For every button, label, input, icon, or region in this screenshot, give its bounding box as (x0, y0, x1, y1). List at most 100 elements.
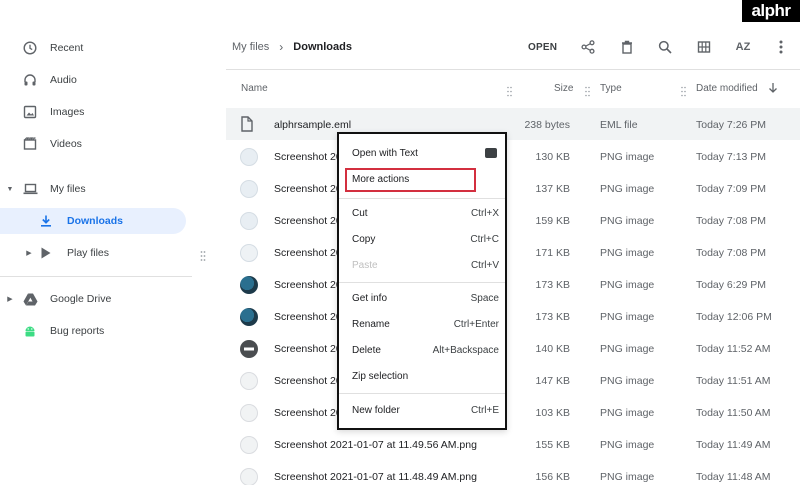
column-resize-handle[interactable] (507, 84, 512, 97)
sidebar-item-label: Downloads (67, 215, 124, 227)
file-name: Screenshot 20 (274, 279, 342, 291)
menu-item-label: Get info (352, 293, 388, 304)
table-row[interactable]: Screenshot 2021-01-07 at 11.48.49 AM.png… (226, 460, 800, 485)
column-header-type[interactable]: Type (600, 83, 622, 94)
file-size: 238 bytes (524, 119, 570, 131)
file-name: Screenshot 20 (274, 407, 342, 419)
sidebar-item-videos[interactable]: Videos (0, 131, 186, 157)
sidebar-resize-handle[interactable] (200, 249, 206, 261)
file-size: 103 KB (535, 407, 570, 419)
file-name: Screenshot 2021-01-07 at 11.49.56 AM.png (274, 439, 477, 451)
file-size: 159 KB (535, 215, 570, 227)
sidebar-item-google-drive[interactable]: Google Drive (0, 286, 186, 312)
table-row[interactable]: Screenshot 20 159 KB PNG image Today 7:0… (226, 204, 800, 236)
menu-item-more-actions[interactable]: More actions (345, 168, 476, 192)
table-row[interactable]: Screenshot 20 130 KB PNG image Today 7:1… (226, 140, 800, 172)
menu-item-label: Rename (352, 319, 390, 330)
table-row[interactable]: Screenshot 2021-01-07 at 11.49.56 AM.png… (226, 428, 800, 460)
file-date: Today 7:13 PM (696, 151, 767, 163)
file-date: Today 7:08 PM (696, 215, 767, 227)
file-name: alphrsample.eml (274, 119, 352, 131)
download-icon (38, 213, 54, 229)
menu-item-label: Delete (352, 345, 381, 356)
more-vert-icon[interactable] (772, 38, 790, 56)
column-header-date[interactable]: Date modified (696, 83, 758, 94)
search-icon[interactable] (656, 38, 674, 56)
breadcrumb-current[interactable]: Downloads (293, 41, 352, 53)
file-name: Screenshot 20 (274, 311, 342, 323)
file-date: Today 11:51 AM (696, 375, 771, 387)
breadcrumb-root[interactable]: My files (232, 41, 269, 53)
file-date: Today 6:29 PM (696, 279, 767, 291)
file-date: Today 11:50 AM (696, 407, 771, 419)
menu-item-new-folder[interactable]: New folder Ctrl+E (339, 399, 505, 423)
arrow-down-icon[interactable] (766, 80, 780, 96)
table-row[interactable]: Screenshot 20 173 KB PNG image Today 6:2… (226, 268, 800, 300)
sidebar-item-label: Play files (67, 247, 110, 259)
share-icon[interactable] (579, 38, 597, 56)
image-thumbnail-icon (240, 180, 258, 198)
file-date: Today 7:08 PM (696, 247, 767, 259)
file-size: 173 KB (535, 279, 570, 291)
menu-item-copy[interactable]: Copy Ctrl+C (339, 228, 505, 252)
headphones-icon (22, 72, 38, 88)
drive-icon (22, 291, 38, 307)
image-thumbnail-icon (240, 404, 258, 422)
table-row[interactable]: Screenshot 20 147 KB PNG image Today 11:… (226, 364, 800, 396)
file-date: Today 11:49 AM (696, 439, 771, 451)
sidebar-item-label: Videos (50, 138, 82, 150)
trash-icon[interactable] (618, 38, 636, 56)
file-type: PNG image (600, 439, 655, 451)
menu-item-label: Cut (352, 208, 368, 219)
file-size: 147 KB (535, 375, 570, 387)
menu-item-cut[interactable]: Cut Ctrl+X (339, 202, 505, 226)
play-store-icon (38, 245, 54, 261)
file-name: Screenshot 20 (274, 151, 342, 163)
table-row[interactable]: Screenshot 20 140 KB PNG image Today 11:… (226, 332, 800, 364)
column-header-size[interactable]: Size (554, 83, 573, 94)
column-resize-handle[interactable] (585, 84, 590, 97)
sidebar-item-play-files[interactable]: Play files (0, 240, 186, 266)
sidebar-item-downloads[interactable]: Downloads (0, 208, 186, 234)
image-thumbnail-icon (240, 148, 258, 166)
file-size: 171 KB (535, 247, 570, 259)
menu-item-open-with-text[interactable]: Open with Text (339, 142, 505, 166)
table-row[interactable]: Screenshot 20 173 KB PNG image Today 12:… (226, 300, 800, 332)
divider (0, 276, 192, 277)
menu-item-shortcut: Ctrl+Enter (453, 319, 499, 330)
menu-item-delete[interactable]: Delete Alt+Backspace (339, 339, 505, 363)
file-size: 137 KB (535, 183, 570, 195)
sidebar-item-images[interactable]: Images (0, 99, 186, 125)
sidebar-item-label: Bug reports (50, 325, 105, 337)
file-date: Today 7:26 PM (696, 119, 767, 131)
file-name: Screenshot 20 (274, 183, 342, 195)
file-date: Today 11:48 AM (696, 471, 771, 483)
menu-item-shortcut: Ctrl+X (470, 208, 499, 219)
file-type: PNG image (600, 407, 655, 419)
sort-icon[interactable]: AZ (734, 38, 752, 56)
sidebar-item-recent[interactable]: Recent (0, 35, 186, 61)
sidebar-item-audio[interactable]: Audio (0, 67, 186, 93)
sidebar-item-bug-reports[interactable]: Bug reports (0, 318, 186, 344)
file-type: EML file (600, 119, 638, 131)
table-row[interactable]: alphrsample.eml 238 bytes EML file Today… (226, 108, 800, 140)
column-resize-handle[interactable] (681, 84, 686, 97)
menu-item-rename[interactable]: Rename Ctrl+Enter (339, 313, 505, 337)
sidebar-item-my-files[interactable]: My files (0, 176, 186, 202)
grid-view-icon[interactable] (695, 38, 713, 56)
breadcrumb-separator: › (279, 40, 284, 54)
alphr-logo: alphr (742, 0, 800, 22)
table-row[interactable]: Screenshot 20 171 KB PNG image Today 7:0… (226, 236, 800, 268)
file-type: PNG image (600, 343, 655, 355)
table-row[interactable]: Screenshot 20 137 KB PNG image Today 7:0… (226, 172, 800, 204)
column-header-name[interactable]: Name (241, 83, 268, 94)
open-button[interactable]: OPEN (528, 42, 557, 53)
menu-item-zip-selection[interactable]: Zip selection (339, 365, 505, 389)
file-icon (240, 116, 258, 134)
file-date: Today 12:06 PM (696, 311, 772, 323)
table-row[interactable]: Screenshot 20 103 KB PNG image Today 11:… (226, 396, 800, 428)
file-name: Screenshot 20 (274, 343, 342, 355)
sidebar: Recent Audio Images Videos ▼ My files Do… (0, 0, 206, 485)
menu-item-get-info[interactable]: Get info Space (339, 287, 505, 311)
menu-divider (339, 198, 505, 199)
